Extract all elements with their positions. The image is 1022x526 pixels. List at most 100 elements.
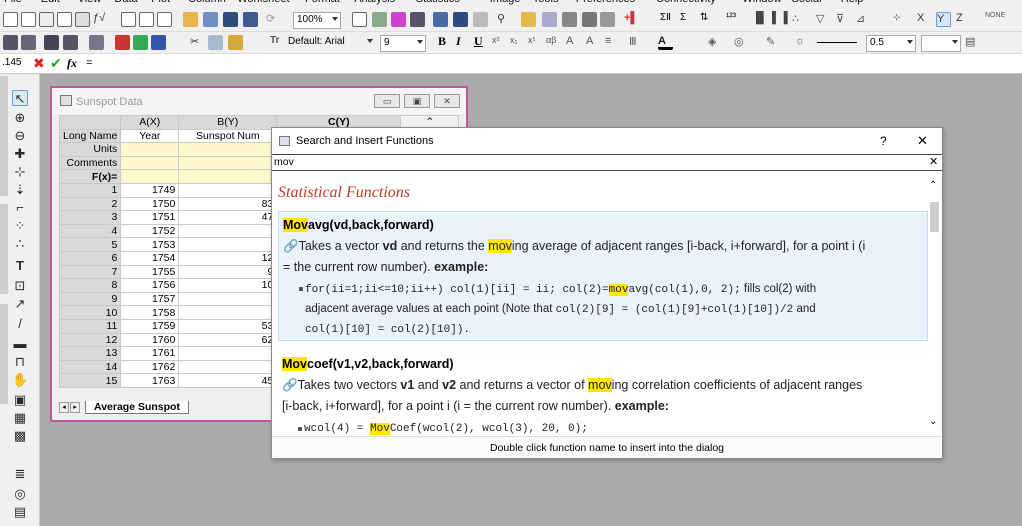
filter-icon[interactable]: ▽	[816, 12, 831, 27]
data-reader-icon[interactable]: ⊹	[12, 164, 28, 180]
folder-icon[interactable]	[89, 35, 104, 50]
cell-reference[interactable]: .145	[2, 57, 21, 68]
color-icon[interactable]	[151, 35, 166, 50]
units-cell[interactable]	[120, 142, 180, 157]
formula-input[interactable]: =	[86, 57, 92, 69]
units-cell[interactable]	[178, 142, 278, 157]
fx-button[interactable]: fx	[67, 56, 77, 71]
project-explorer-icon[interactable]	[433, 12, 448, 27]
pattern-color-icon[interactable]: ◎	[734, 35, 749, 50]
sunspot-cell[interactable]: 53	[178, 318, 278, 334]
filter-toggle-icon[interactable]: ⊿	[856, 12, 871, 27]
filter-clear-icon[interactable]: ⊽	[836, 12, 851, 27]
bold-button[interactable]: B	[438, 34, 446, 49]
copy-icon[interactable]	[208, 35, 223, 50]
column-header[interactable]: A(X)	[120, 115, 180, 130]
year-cell[interactable]: 1751	[120, 210, 180, 225]
greek-icon[interactable]: αβ	[546, 35, 561, 50]
line-tool-icon[interactable]: /	[12, 316, 28, 332]
screen-reader-icon[interactable]: ✚	[12, 146, 28, 162]
minimize-button[interactable]: ▭	[374, 94, 400, 108]
increase-font-icon[interactable]: A	[566, 35, 581, 50]
year-cell[interactable]: 1760	[120, 332, 180, 348]
none-icon[interactable]: NONE	[985, 12, 1005, 27]
formula-cell[interactable]	[178, 169, 278, 184]
worksheet-icon[interactable]	[21, 35, 36, 50]
query-icon[interactable]	[542, 12, 557, 27]
comments-cell[interactable]	[178, 155, 278, 171]
statistics-icon[interactable]: ΣⅡ	[660, 12, 675, 27]
smart-hint-tab[interactable]	[0, 304, 8, 404]
zoom-in-icon[interactable]: ⊕	[12, 110, 28, 126]
cancel-icon[interactable]: ✖	[33, 55, 45, 72]
year-cell[interactable]: 1756	[120, 278, 180, 293]
arrow-tool-icon[interactable]: ↗	[12, 296, 28, 312]
menu-item-analysis[interactable]: Analysis	[354, 0, 395, 5]
y-axis-icon[interactable]: Y	[936, 12, 951, 27]
scroll-thumb[interactable]	[930, 202, 939, 232]
sort-worksheet-icon[interactable]: ⇅	[700, 12, 715, 27]
tab-next-icon[interactable]: ▸	[70, 402, 80, 413]
sunspot-cell[interactable]: 9	[178, 264, 278, 280]
menu-item-view[interactable]: View	[78, 0, 102, 5]
long-name-cell[interactable]: Sunspot Num	[178, 128, 278, 144]
duplicate-icon[interactable]	[391, 12, 406, 27]
scroll-up-icon[interactable]: ⌃	[929, 180, 937, 191]
year-cell[interactable]: 1753	[120, 237, 180, 252]
command-window-icon[interactable]	[473, 12, 488, 27]
rescale-icon[interactable]: ⊹	[893, 12, 908, 27]
refresh-icon[interactable]	[372, 12, 387, 27]
menu-item-preferences[interactable]: Preferences	[576, 0, 635, 5]
messages-tab[interactable]	[0, 204, 8, 294]
text-tool-icon[interactable]: T	[12, 258, 28, 274]
menu-item-file[interactable]: File	[4, 0, 22, 5]
layer-icon[interactable]	[133, 35, 148, 50]
border-select[interactable]	[921, 35, 961, 52]
year-cell[interactable]: 1750	[120, 196, 180, 212]
sunspot-cell[interactable]	[178, 223, 278, 239]
new-matrix-icon[interactable]	[75, 12, 90, 27]
year-cell[interactable]: 1757	[120, 291, 180, 307]
rectangle-tool-icon[interactable]: ▬	[12, 336, 28, 352]
menu-item-help[interactable]: Help	[841, 0, 864, 5]
z-axis-icon[interactable]: Z	[956, 12, 971, 27]
annotation-icon[interactable]: ⊡	[12, 278, 28, 294]
menu-item-statistics[interactable]: Statistics	[416, 0, 460, 5]
save-template-icon[interactable]	[243, 12, 258, 27]
add-column-icon[interactable]: +▌	[624, 12, 639, 27]
year-cell[interactable]: 1754	[120, 250, 180, 266]
cut-icon[interactable]: ✂	[190, 35, 205, 50]
scale-in-icon[interactable]: ⌐	[12, 200, 28, 216]
column-plot-icon[interactable]: ▐▌	[752, 12, 768, 27]
line-style-icon[interactable]: ☼	[795, 35, 810, 50]
align-icon[interactable]: ≡	[605, 35, 620, 50]
object-manager-icon[interactable]: ≣	[12, 466, 28, 482]
sunspot-cell[interactable]	[178, 182, 278, 198]
open-icon[interactable]	[183, 12, 198, 27]
bar-plot-icon[interactable]: ▌▐	[772, 12, 788, 27]
pattern-icon[interactable]: Ⅲ	[629, 35, 644, 50]
menu-item-plot[interactable]: Plot	[151, 0, 170, 5]
export-icon[interactable]	[410, 12, 425, 27]
new-project-icon[interactable]	[3, 12, 18, 27]
sunspot-cell[interactable]: 10	[178, 278, 278, 293]
draw-data-icon[interactable]: ∴	[12, 236, 28, 252]
open-template-icon[interactable]	[203, 12, 218, 27]
menu-item-format[interactable]: Format	[305, 0, 340, 5]
insert-equation-icon[interactable]: ▩	[12, 428, 28, 444]
print-icon[interactable]	[352, 12, 367, 27]
sunspot-cell[interactable]: 47	[178, 210, 278, 225]
fill-color-icon[interactable]: ◈	[708, 35, 723, 50]
sort-icon[interactable]: Σ	[680, 12, 695, 27]
menu-item-column[interactable]: Column	[188, 0, 226, 5]
sunspot-cell[interactable]	[178, 346, 278, 361]
graph-page-icon[interactable]	[44, 35, 59, 50]
function-entry-movavg[interactable]: Movavg(vd,back,forward) 🔗Takes a vector …	[278, 211, 928, 341]
font-color-icon[interactable]: A	[658, 35, 673, 50]
menu-item-connectivity[interactable]: Connectivity	[656, 0, 716, 5]
data-selector-icon[interactable]: ⇣	[12, 182, 28, 198]
underline-button[interactable]: U	[474, 34, 483, 49]
sunspot-cell[interactable]: 12	[178, 250, 278, 266]
scatter-icon[interactable]: ∴	[792, 12, 807, 27]
workbook-title-bar[interactable]: Sunspot Data ▭ ▣ ✕	[52, 88, 466, 114]
